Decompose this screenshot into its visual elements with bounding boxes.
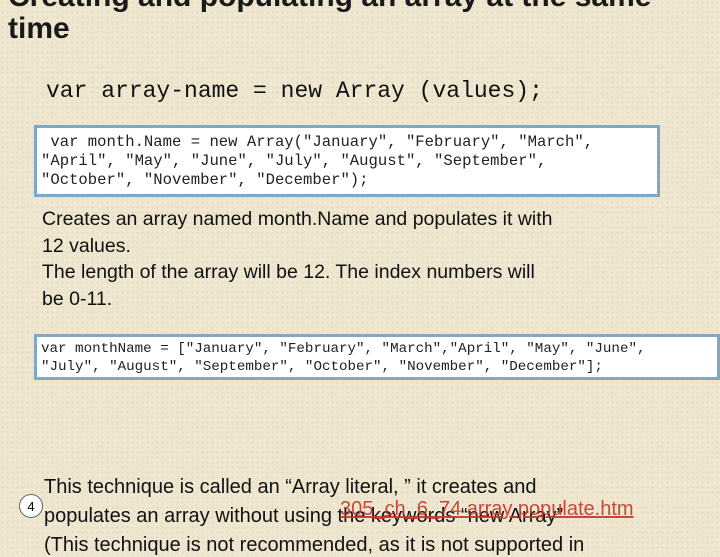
code-line: "July", "August", "September", "October"… (41, 359, 603, 375)
file-link[interactable]: 305_ch_6_74 array populate.htm (340, 498, 634, 521)
code-line: var monthName = ["January", "February", … (41, 341, 646, 357)
description-text: Creates an array named month.Name and po… (42, 206, 692, 312)
code-line: "October", "November", "December"); (41, 171, 369, 189)
code-line: var month.Name = new Array("January", "F… (41, 133, 594, 151)
slide-title-line-2: time (8, 12, 70, 45)
description-line: be 0-11. (42, 287, 113, 310)
literal-text-line: This technique is called an “Array liter… (44, 476, 537, 498)
literal-text-line: (This technique is not recommended, as i… (44, 534, 585, 556)
description-line: Creates an array named month.Name and po… (42, 208, 553, 230)
slide-number-badge: 4 (19, 494, 43, 518)
slide-title-line-1: Creating and populating an array at the … (8, 0, 651, 14)
description-line: 12 values. (42, 234, 131, 257)
syntax-text: var array-name = new Array (values); (46, 78, 543, 104)
description-line: The length of the array will be 12. The … (42, 261, 535, 283)
code-line: "April", "May", "June", "July", "August"… (41, 152, 547, 170)
code-box-array-literal: var monthName = ["January", "February", … (34, 334, 720, 380)
code-box-array-constructor: var month.Name = new Array("January", "F… (34, 125, 660, 197)
